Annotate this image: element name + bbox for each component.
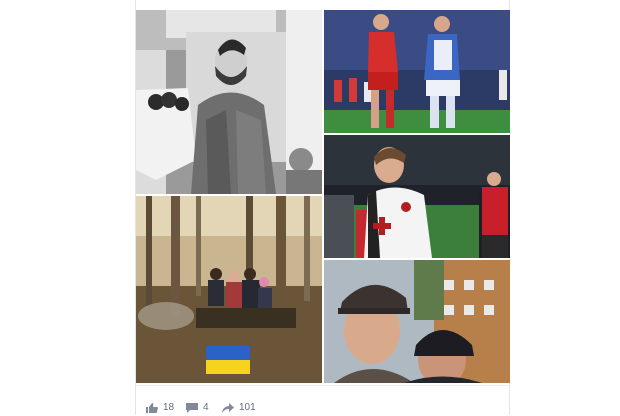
photo-grid — [136, 10, 511, 383]
photo-selfie[interactable] — [324, 260, 510, 383]
share-action[interactable]: 101 — [222, 402, 256, 413]
ukraine-flag-yellow — [206, 360, 250, 374]
share-arrow-icon — [222, 402, 234, 413]
post-actions-bar: 18 4 101 — [136, 385, 511, 416]
thumbs-up-icon — [146, 402, 158, 413]
share-count: 101 — [239, 402, 256, 413]
ukraine-flag-blue — [206, 346, 250, 360]
photo-memorial-portrait[interactable] — [136, 10, 322, 194]
photo-football-match[interactable] — [324, 10, 510, 133]
comment-action[interactable]: 4 — [186, 402, 209, 413]
like-action[interactable]: 18 — [146, 402, 174, 413]
photo-football-player[interactable] — [324, 135, 510, 258]
post-card: 18 4 101 — [135, 0, 511, 416]
like-count: 18 — [163, 402, 175, 413]
photo-family-forest[interactable] — [136, 196, 322, 383]
comment-icon — [186, 402, 198, 413]
comment-count: 4 — [203, 402, 209, 413]
